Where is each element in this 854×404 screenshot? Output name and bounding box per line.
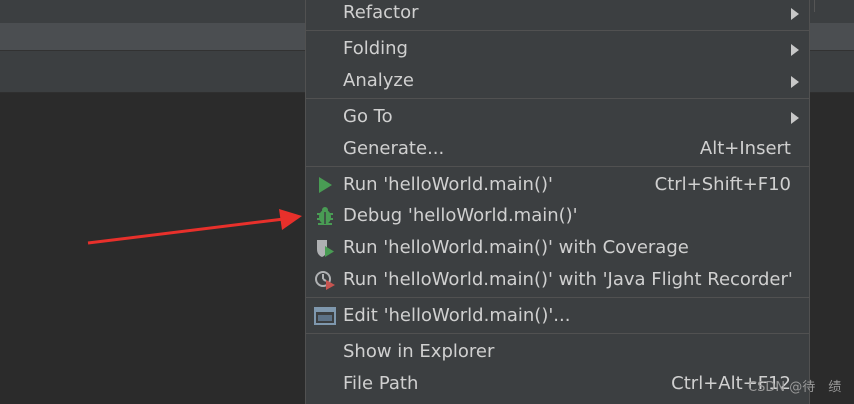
context-menu: Refactor Folding Analyze Go To Generate.… bbox=[305, 0, 810, 404]
menu-item-debug[interactable]: Debug 'helloWorld.main()' bbox=[306, 201, 809, 231]
menu-separator bbox=[306, 30, 809, 31]
menu-item-label: Run 'helloWorld.main()' with Coverage bbox=[343, 237, 689, 258]
menu-item-label: Run 'helloWorld.main()' with 'Java Fligh… bbox=[343, 269, 793, 290]
menu-item-folding[interactable]: Folding bbox=[306, 34, 809, 64]
menu-item-label: Run 'helloWorld.main()' bbox=[343, 174, 553, 195]
submenu-arrow-icon bbox=[791, 8, 799, 20]
menu-separator bbox=[306, 166, 809, 167]
menu-item-refactor[interactable]: Refactor bbox=[306, 0, 809, 28]
run-icon bbox=[319, 177, 332, 193]
profiler-icon bbox=[315, 271, 335, 290]
menu-item-file-path[interactable]: File Path Ctrl+Alt+F12 bbox=[306, 369, 809, 399]
menu-item-label: Analyze bbox=[343, 70, 414, 91]
right-toolbar bbox=[809, 0, 854, 23]
menu-item-edit-configuration[interactable]: Edit 'helloWorld.main()'... bbox=[306, 301, 809, 331]
menu-item-shortcut: Ctrl+Shift+F10 bbox=[654, 174, 791, 195]
menu-item-label: Folding bbox=[343, 38, 408, 59]
coverage-icon bbox=[317, 240, 334, 257]
menu-item-label: Debug 'helloWorld.main()' bbox=[343, 205, 578, 226]
menu-item-label: Edit 'helloWorld.main()'... bbox=[343, 305, 571, 326]
menu-item-label: File Path bbox=[343, 373, 419, 394]
submenu-arrow-icon bbox=[791, 44, 799, 56]
menu-item-label: Show in Explorer bbox=[343, 341, 495, 362]
edit-config-icon bbox=[314, 307, 336, 325]
menu-item-label: Go To bbox=[343, 106, 393, 127]
menu-item-run-with-coverage[interactable]: Run 'helloWorld.main()' with Coverage bbox=[306, 233, 809, 263]
menu-item-run-with-jfr[interactable]: Run 'helloWorld.main()' with 'Java Fligh… bbox=[306, 265, 809, 295]
menu-separator bbox=[306, 297, 809, 298]
menu-item-label: Generate... bbox=[343, 138, 445, 159]
menu-separator bbox=[306, 98, 809, 99]
submenu-arrow-icon bbox=[791, 112, 799, 124]
submenu-arrow-icon bbox=[791, 76, 799, 88]
watermark: CSDN @待 绩 bbox=[748, 380, 842, 395]
menu-separator bbox=[306, 333, 809, 334]
menu-item-label: Refactor bbox=[343, 2, 419, 23]
menu-item-shortcut: Alt+Insert bbox=[699, 138, 791, 159]
menu-item-go-to[interactable]: Go To bbox=[306, 102, 809, 132]
menu-item-run[interactable]: Run 'helloWorld.main()' Ctrl+Shift+F10 bbox=[306, 170, 809, 200]
menu-item-show-in-explorer[interactable]: Show in Explorer bbox=[306, 337, 809, 367]
debug-icon bbox=[317, 207, 333, 225]
menu-item-generate[interactable]: Generate... Alt+Insert bbox=[306, 134, 809, 164]
menu-item-analyze[interactable]: Analyze bbox=[306, 66, 809, 96]
toolbar-divider bbox=[814, 0, 815, 12]
